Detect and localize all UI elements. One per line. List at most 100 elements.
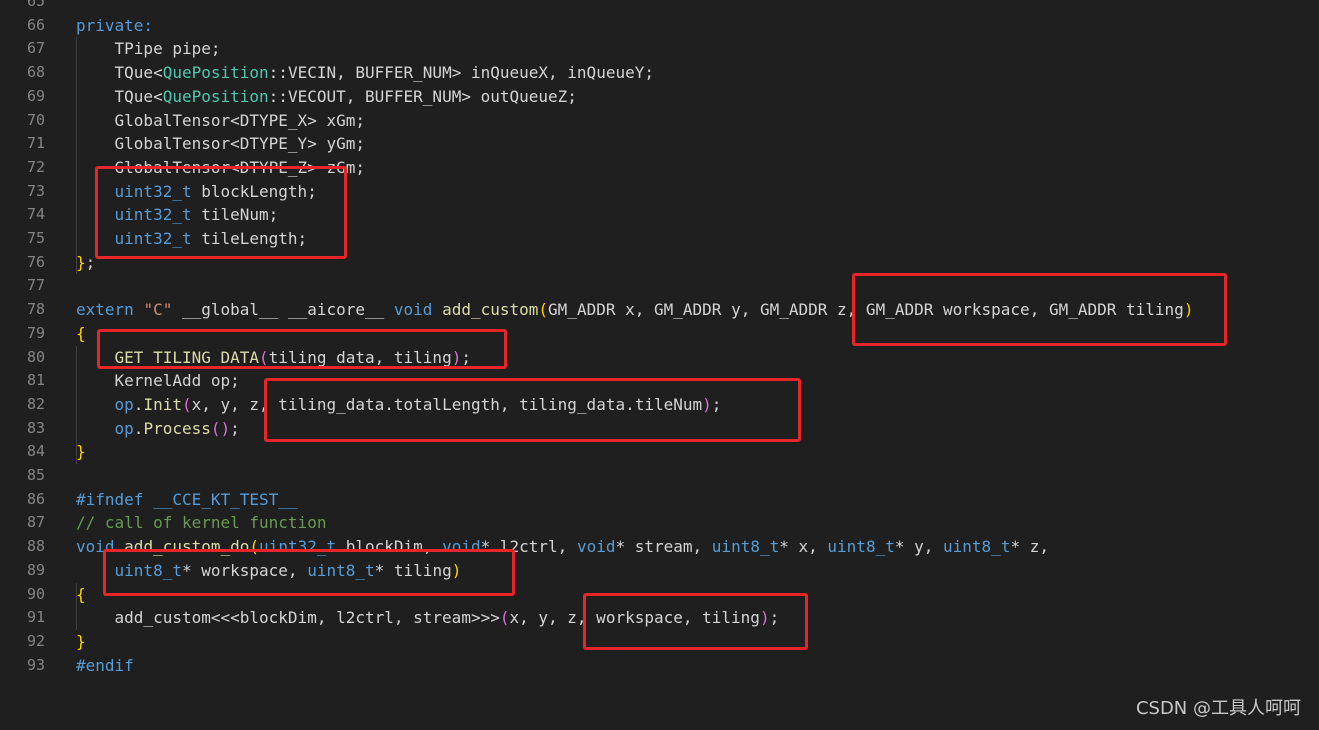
- line-text: {: [76, 583, 86, 607]
- line-number: 71: [26, 134, 45, 153]
- code-token: add_custom<<<blockDim, l2ctrl, stream>>>: [76, 608, 500, 628]
- code-token: * stream,: [615, 537, 712, 557]
- code-line[interactable]: 65: [0, 0, 1319, 14]
- line-number: 73: [26, 181, 45, 200]
- highlight-box-call-args: [583, 593, 808, 650]
- code-token: {: [76, 323, 86, 343]
- code-token: ;: [230, 418, 240, 438]
- code-token: op: [114, 418, 134, 438]
- line-number: 65: [26, 0, 45, 10]
- line-number: 72: [26, 157, 45, 176]
- code-token: QuePosition: [162, 63, 269, 83]
- highlight-box-member-vars: [95, 166, 347, 259]
- code-line[interactable]: 86 #ifndef __CCE_KT_TEST__: [0, 488, 1319, 512]
- line-number: 84: [26, 442, 45, 461]
- line-number: 88: [26, 537, 45, 556]
- line-number: 91: [26, 608, 45, 627]
- code-line[interactable]: 69 TQue<QuePosition::VECOUT, BUFFER_NUM>…: [0, 85, 1319, 109]
- code-token: * z,: [1010, 537, 1049, 557]
- line-number: 81: [26, 371, 45, 390]
- code-token: uint8_t: [711, 537, 780, 557]
- highlight-box-workspace-tiling-params: [852, 273, 1227, 346]
- code-token: * x,: [779, 537, 828, 557]
- code-token: GlobalTensor<DTYPE_X> xGm;: [76, 110, 365, 130]
- highlight-box-get-tiling-data: [97, 329, 507, 369]
- code-line[interactable]: 66 private:: [0, 14, 1319, 38]
- code-token: "C": [143, 300, 173, 320]
- line-number: 74: [26, 205, 45, 224]
- code-token: TQue<: [76, 86, 163, 106]
- code-token: .: [133, 418, 144, 438]
- code-line[interactable]: 67 TPipe pipe;: [0, 37, 1319, 61]
- line-text: GlobalTensor<DTYPE_Y> yGm;: [76, 132, 365, 156]
- line-text: // call of kernel function: [76, 511, 326, 535]
- line-text: TQue<QuePosition::VECOUT, BUFFER_NUM> ou…: [76, 85, 577, 109]
- line-text: };: [76, 251, 95, 275]
- line-number: 75: [26, 229, 45, 247]
- line-text: #ifndef __CCE_KT_TEST__: [76, 488, 298, 512]
- line-number: 80: [26, 347, 45, 366]
- code-token: TPipe pipe;: [76, 39, 221, 59]
- indent-guide: [76, 582, 77, 630]
- code-token: ::VECIN, BUFFER_NUM> inQueueX, inQueueY;: [268, 63, 654, 83]
- code-token: __global__ __aicore__: [172, 300, 394, 320]
- code-line[interactable]: 71 GlobalTensor<DTYPE_Y> yGm;: [0, 132, 1319, 156]
- line-number: 93: [26, 655, 45, 674]
- code-token: uint8_t: [827, 537, 895, 557]
- code-token: TQue<: [76, 63, 163, 83]
- code-line[interactable]: 85: [0, 464, 1319, 488]
- code-token: void: [576, 537, 616, 557]
- line-number: 76: [26, 252, 45, 271]
- line-number: 83: [26, 418, 45, 437]
- line-text: TPipe pipe;: [76, 37, 221, 61]
- line-number: 85: [26, 466, 45, 484]
- code-token: #endif: [76, 655, 134, 675]
- code-token: add_custom: [442, 300, 539, 320]
- code-token: }: [76, 252, 86, 272]
- line-number: 79: [26, 323, 45, 342]
- code-line[interactable]: 84}: [0, 440, 1319, 464]
- line-text: }: [76, 440, 86, 464]
- line-number: 90: [26, 584, 45, 603]
- code-token: #ifndef: [76, 489, 144, 509]
- code-line[interactable]: 93 #endif: [0, 654, 1319, 678]
- watermark: CSDN @工具人呵呵: [1135, 698, 1301, 719]
- line-number: 67: [26, 39, 45, 58]
- code-token: extern: [76, 300, 134, 320]
- code-token: (: [538, 300, 549, 320]
- line-text: KernelAdd op;: [76, 369, 240, 393]
- code-line[interactable]: 87 // call of kernel function: [0, 511, 1319, 535]
- line-number: 78: [26, 300, 45, 319]
- line-text: }: [76, 630, 86, 654]
- code-token: private:: [76, 15, 154, 35]
- highlight-box-init-args: [264, 378, 801, 442]
- code-token: void: [393, 300, 433, 320]
- code-token: GlobalTensor<DTYPE_Y> yGm;: [76, 134, 365, 154]
- indent-guide: [76, 345, 77, 464]
- code-token: ::VECOUT, BUFFER_NUM> outQueueZ;: [268, 86, 577, 106]
- line-number: 86: [26, 489, 45, 508]
- code-line[interactable]: 68 TQue<QuePosition::VECIN, BUFFER_NUM> …: [0, 61, 1319, 85]
- code-line[interactable]: 70 GlobalTensor<DTYPE_X> xGm;: [0, 109, 1319, 133]
- line-number: 66: [26, 15, 45, 34]
- code-token: * y,: [894, 537, 944, 557]
- code-token: // call of kernel function: [76, 513, 327, 533]
- code-token: (): [210, 418, 231, 438]
- line-text: GlobalTensor<DTYPE_X> xGm;: [76, 109, 365, 133]
- code-token: Init: [143, 394, 182, 414]
- line-number: 89: [26, 560, 45, 579]
- highlight-box-do-params: [103, 549, 515, 596]
- code-token: QuePosition: [162, 86, 269, 106]
- code-editor[interactable]: 65 66 private: 67 TPipe pipe; 68 TQue<QuePos…: [0, 0, 1319, 730]
- code-token: (: [181, 394, 192, 414]
- line-number: 87: [26, 513, 45, 532]
- line-number: 92: [26, 631, 45, 650]
- line-text: op.Process();: [76, 417, 240, 441]
- line-text: TQue<QuePosition::VECIN, BUFFER_NUM> inQ…: [76, 61, 654, 85]
- indent-guide: [76, 37, 77, 275]
- line-text: private:: [76, 14, 153, 38]
- code-token: Process: [143, 418, 211, 438]
